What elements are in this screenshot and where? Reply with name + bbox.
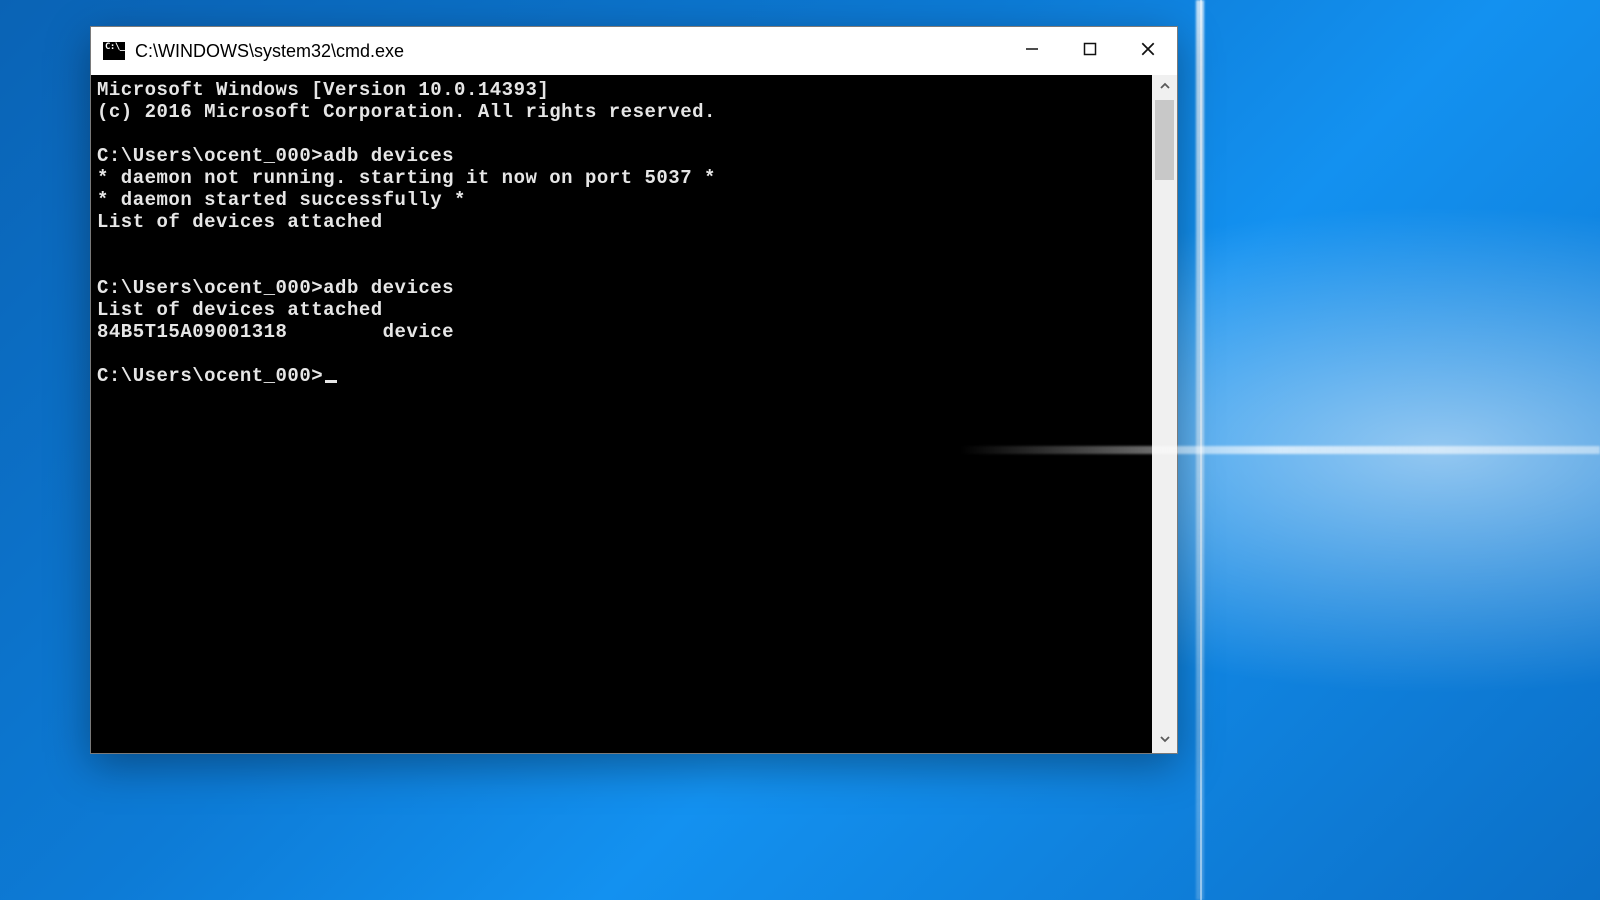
cmd-icon [103,42,125,60]
scroll-down-button[interactable] [1152,728,1177,753]
vertical-scrollbar[interactable] [1152,75,1177,753]
terminal-cursor [325,380,337,383]
window-title: C:\WINDOWS\system32\cmd.exe [135,41,404,62]
chevron-up-icon [1159,79,1171,97]
maximize-icon [1083,42,1097,61]
close-icon [1140,41,1156,62]
scroll-thumb[interactable] [1155,100,1174,180]
scroll-track[interactable] [1152,100,1177,728]
scroll-up-button[interactable] [1152,75,1177,100]
terminal-prompt: C:\Users\ocent_000> [97,365,323,387]
minimize-button[interactable] [1003,27,1061,75]
cmd-window: C:\WINDOWS\system32\cmd.exe Microsoft Wi… [90,26,1178,754]
terminal-output[interactable]: Microsoft Windows [Version 10.0.14393] (… [91,75,1152,753]
minimize-icon [1025,42,1039,61]
chevron-down-icon [1159,732,1171,750]
titlebar[interactable]: C:\WINDOWS\system32\cmd.exe [91,27,1177,75]
client-area: Microsoft Windows [Version 10.0.14393] (… [91,75,1177,753]
maximize-button[interactable] [1061,27,1119,75]
terminal-lines: Microsoft Windows [Version 10.0.14393] (… [97,79,716,343]
close-button[interactable] [1119,27,1177,75]
